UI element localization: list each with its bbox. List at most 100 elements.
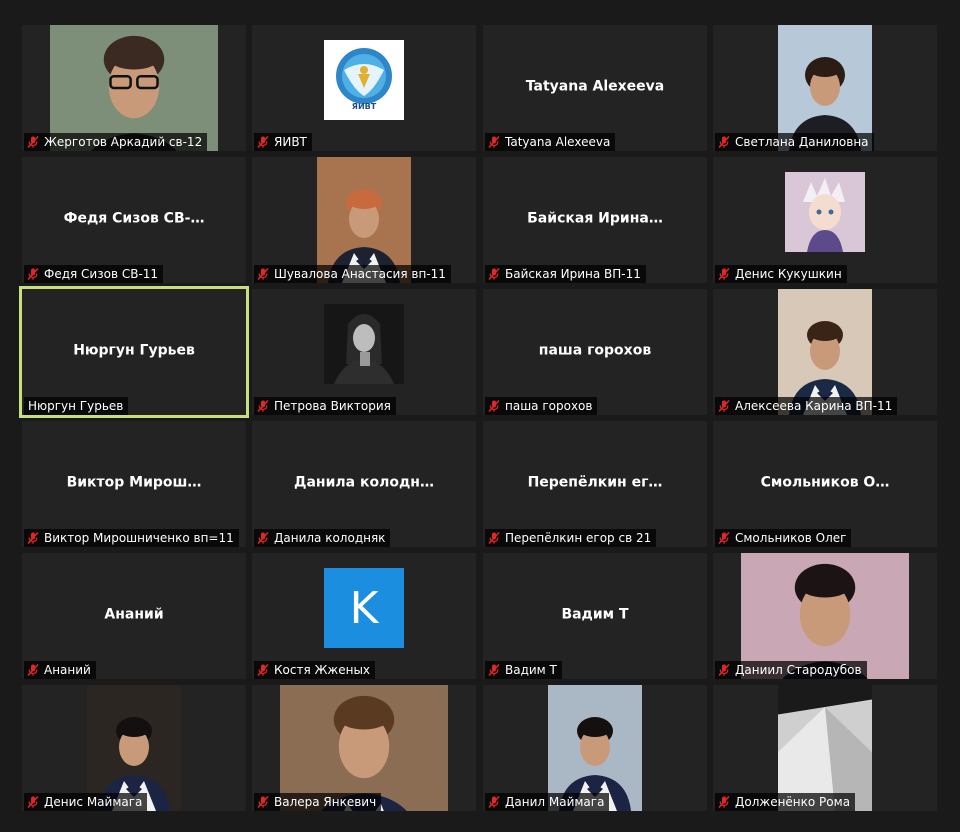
muted-microphone-icon [256, 267, 270, 281]
participant-tile[interactable]: Данила колодн… Данила колодняк [252, 421, 476, 547]
muted-microphone-icon [487, 795, 501, 809]
participant-name: Шувалова Анастасия вп-11 [274, 267, 446, 281]
muted-microphone-icon [26, 795, 40, 809]
participant-name-label: Перепёлкин егор св 21 [485, 529, 657, 547]
participant-tile[interactable]: Шувалова Анастасия вп-11 [252, 157, 476, 283]
participant-display-name: паша горохов [538, 342, 652, 359]
participant-tile[interactable]: Данил Маймага [483, 685, 707, 811]
participant-name: Алексеева Карина ВП-11 [735, 399, 893, 413]
participant-name: Долженёнко Рома [735, 795, 851, 809]
participant-tile[interactable]: Федя Сизов СВ-… Федя Сизов СВ-11 [22, 157, 246, 283]
participant-name-label: Шувалова Анастасия вп-11 [254, 265, 451, 283]
video-feed [324, 304, 404, 384]
participant-tile[interactable]: Даниил Стародубов [713, 553, 937, 679]
avatar-letter: K [349, 582, 379, 634]
participant-name-label: Денис Маймага [24, 793, 148, 811]
muted-microphone-icon [717, 663, 731, 677]
participant-name: ЯИВТ [274, 135, 307, 149]
participant-tile[interactable]: Ананий Ананий [22, 553, 246, 679]
muted-microphone-icon [256, 663, 270, 677]
participant-tile[interactable]: Светлана Даниловна [713, 25, 937, 151]
participant-name: Данила колодняк [274, 531, 386, 545]
participant-tile[interactable]: Вадим Т Вадим Т [483, 553, 707, 679]
participant-display-name: Данила колодн… [294, 474, 434, 491]
muted-microphone-icon [717, 135, 731, 149]
logo-image: ЯИВТ [324, 40, 404, 120]
participant-name: Денис Кукушкин [735, 267, 842, 281]
participant-name: Валера Янкевич [274, 795, 377, 809]
participant-tile[interactable]: Tatyana Alexeeva Tatyana Alexeeva [483, 25, 707, 151]
muted-microphone-icon [26, 663, 40, 677]
participant-tile[interactable]: Долженёнко Рома [713, 685, 937, 811]
participant-tile[interactable]: Байская Ирина… Байская Ирина ВП-11 [483, 157, 707, 283]
participant-name: Петрова Виктория [274, 399, 391, 413]
participant-name: Смольников Олег [735, 531, 847, 545]
participant-name-label: паша горохов [485, 397, 598, 415]
participant-display-name: Байская Ирина… [527, 210, 663, 227]
logo-text: ЯИВТ [351, 102, 377, 111]
avatar: K [324, 568, 404, 648]
participant-name: Нюргун Гурьев [28, 399, 124, 413]
participant-name-label: Даниил Стародубов [715, 661, 867, 679]
participant-tile[interactable]: K Костя Жженых [252, 553, 476, 679]
participant-name-label: Нюргун Гурьев [24, 397, 129, 415]
participant-name-label: ЯИВТ [254, 133, 312, 151]
participant-name: Жерготов Аркадий св-12 [44, 135, 203, 149]
muted-microphone-icon [26, 135, 40, 149]
participant-display-name: Виктор Мирош… [66, 474, 202, 491]
participant-name-label: Костя Жженых [254, 661, 376, 679]
muted-microphone-icon [487, 267, 501, 281]
participant-name-label: Байская Ирина ВП-11 [485, 265, 646, 283]
participant-tile[interactable]: Денис Кукушкин [713, 157, 937, 283]
muted-microphone-icon [717, 531, 731, 545]
participant-tile[interactable]: Смольников О… Смольников Олег [713, 421, 937, 547]
participant-name-label: Петрова Виктория [254, 397, 396, 415]
muted-microphone-icon [26, 267, 40, 281]
participant-tile[interactable]: Петрова Виктория [252, 289, 476, 415]
muted-microphone-icon [256, 795, 270, 809]
participant-name-label: Данил Маймага [485, 793, 610, 811]
participant-display-name: Ананий [104, 606, 164, 623]
participant-name-label: Вадим Т [485, 661, 562, 679]
video-feed [785, 172, 865, 252]
participant-name-label: Данила колодняк [254, 529, 391, 547]
muted-microphone-icon [256, 531, 270, 545]
participant-name: Перепёлкин егор св 21 [505, 531, 652, 545]
participant-display-name: Смольников О… [760, 474, 890, 491]
participant-tile[interactable]: Виктор Мирош… Виктор Мирошниченко вп=11 [22, 421, 246, 547]
participant-name-label: Денис Кукушкин [715, 265, 847, 283]
muted-microphone-icon [717, 267, 731, 281]
participant-tile[interactable]: Валера Янкевич [252, 685, 476, 811]
muted-microphone-icon [487, 135, 501, 149]
participant-display-name: Перепёлкин ег… [527, 474, 663, 491]
participant-name: Денис Маймага [44, 795, 143, 809]
participant-tile[interactable]: паша горохов паша горохов [483, 289, 707, 415]
participant-name-label: Федя Сизов СВ-11 [24, 265, 164, 283]
participant-name-label: Долженёнко Рома [715, 793, 856, 811]
participant-tile[interactable]: Денис Маймага [22, 685, 246, 811]
participant-name: Ананий [44, 663, 91, 677]
participant-display-name: Федя Сизов СВ-… [63, 210, 205, 227]
participant-name: Даниил Стародубов [735, 663, 862, 677]
participant-tile[interactable]: Нюргун Гурьев Нюргун Гурьев [19, 286, 249, 418]
participant-name-label: Жерготов Аркадий св-12 [24, 133, 208, 151]
participant-display-name: Tatyana Alexeeva [525, 78, 665, 95]
participant-name-label: Светлана Даниловна [715, 133, 874, 151]
participant-name: Федя Сизов СВ-11 [44, 267, 159, 281]
participant-tile[interactable]: Жерготов Аркадий св-12 [22, 25, 246, 151]
participant-name-label: Виктор Мирошниченко вп=11 [24, 529, 239, 547]
muted-microphone-icon [717, 795, 731, 809]
participant-name-label: Tatyana Alexeeva [485, 133, 616, 151]
muted-microphone-icon [256, 135, 270, 149]
muted-microphone-icon [26, 531, 40, 545]
participant-tile[interactable]: ЯИВТ ЯИВТ [252, 25, 476, 151]
participant-tile[interactable]: Алексеева Карина ВП-11 [713, 289, 937, 415]
muted-microphone-icon [487, 663, 501, 677]
participant-tile[interactable]: Перепёлкин ег… Перепёлкин егор св 21 [483, 421, 707, 547]
participant-name-label: Ананий [24, 661, 96, 679]
participant-name: Светлана Даниловна [735, 135, 869, 149]
participant-name: Костя Жженых [274, 663, 371, 677]
participant-display-name: Вадим Т [561, 606, 629, 623]
muted-microphone-icon [256, 399, 270, 413]
participant-name: Tatyana Alexeeva [505, 135, 611, 149]
